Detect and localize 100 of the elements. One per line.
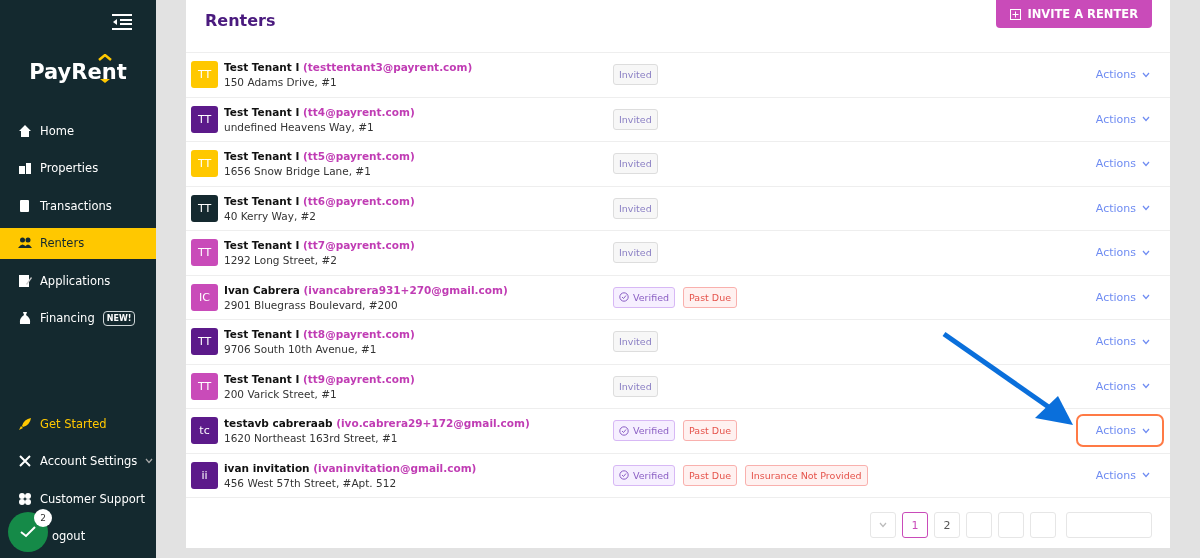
alert-tag: Past Due — [683, 286, 737, 308]
renter-address: 2901 Bluegrass Boulevard, #200 — [224, 298, 399, 311]
alert-tag: Insurance Not Provided — [745, 464, 868, 486]
avatar: tc — [191, 417, 218, 445]
renter-name: Test Tenant I (tt6@payrent.com) — [224, 194, 416, 207]
chevron-down-icon — [1142, 116, 1150, 123]
previous-page-button[interactable] — [870, 512, 896, 538]
actions-dropdown[interactable]: Actions — [1075, 280, 1164, 314]
renter-name: testavb cabreraab (ivo.cabrera29+172@gmail.com) — [224, 417, 531, 430]
actions-dropdown[interactable]: Actions — [1075, 102, 1164, 136]
email-link[interactable]: (tt4@payrent.com) — [303, 105, 415, 118]
renter-name: Ivan Cabrera (ivancabrera931+270@gmail.com) — [224, 283, 509, 296]
nav-item[interactable]: Properties — [0, 152, 156, 184]
avatar: TT — [191, 239, 218, 267]
nav-item[interactable]: Transactions — [0, 190, 156, 221]
chevron-down-icon — [1142, 338, 1150, 345]
nav-item[interactable]: Home — [0, 115, 156, 146]
nav-item[interactable]: Applications — [0, 265, 156, 296]
nav-item[interactable]: Renters — [0, 227, 156, 259]
invite-renter-button[interactable]: INVITE A RENTER — [996, 0, 1152, 28]
nav-item[interactable]: Get Started — [0, 408, 156, 439]
chevron-left-icon — [879, 522, 887, 528]
actions-dropdown[interactable]: Actions — [1075, 58, 1164, 92]
renter-address: 150 Adams Drive, #1 — [224, 76, 338, 89]
nav-item[interactable]: Financing NEW! — [0, 302, 156, 334]
chevron-down-icon — [1142, 383, 1150, 390]
verified-tag: Verified — [613, 286, 675, 308]
chevron-down-icon — [1142, 160, 1150, 167]
renter-address: 456 West 57th Street, #Apt. 512 — [224, 476, 398, 489]
plus-square-icon — [1010, 8, 1022, 20]
email-link[interactable]: (tt6@payrent.com) — [303, 194, 415, 207]
check-icon — [20, 526, 36, 538]
invited-tag: Invited — [613, 242, 658, 264]
people-icon — [18, 236, 32, 250]
avatar: TT — [191, 150, 218, 178]
email-link[interactable]: (tt7@payrent.com) — [303, 239, 415, 252]
verified-tag: Verified — [613, 420, 675, 442]
renter-address: 200 Varick Street, #1 — [224, 387, 338, 400]
email-link[interactable]: (testtentant3@payrent.com) — [303, 61, 473, 74]
page-button[interactable] — [1030, 512, 1056, 538]
avatar: IC — [191, 283, 218, 311]
avatar: TT — [191, 105, 218, 133]
verified-tag: Verified — [613, 464, 675, 486]
chevron-down-icon — [1142, 294, 1150, 301]
actions-dropdown[interactable]: Actions — [1075, 236, 1164, 270]
avatar: TT — [191, 328, 218, 356]
renter-address: 1620 Northeast 163rd Street, #1 — [224, 432, 399, 445]
buildings-icon — [18, 161, 32, 175]
renter-name: Test Tenant I (testtentant3@payrent.com) — [224, 61, 474, 74]
home-icon — [18, 123, 32, 138]
invited-tag: Invited — [613, 108, 658, 130]
email-link[interactable]: (ivo.cabrera29+172@gmail.com) — [336, 417, 530, 430]
email-link[interactable]: (tt8@payrent.com) — [303, 328, 415, 341]
invited-tag: Invited — [613, 331, 658, 353]
nav-item[interactable]: Account Settings — [0, 445, 156, 477]
email-link[interactable]: (tt9@payrent.com) — [303, 372, 415, 385]
page-title: Renters — [205, 11, 276, 30]
chevron-right-icon — [145, 458, 154, 464]
actions-dropdown[interactable]: Actions — [1075, 369, 1164, 403]
actions-dropdown[interactable]: Actions — [1075, 191, 1164, 225]
renter-address: 9706 South 10th Avenue, #1 — [224, 343, 378, 356]
invited-tag: Invited — [613, 153, 658, 175]
renter-address: 1656 Snow Bridge Lane, #1 — [224, 165, 372, 178]
new-badge: NEW! — [102, 310, 136, 326]
alert-tag: Past Due — [683, 420, 737, 442]
money-bag-icon — [18, 311, 32, 325]
avatar: ii — [191, 461, 218, 489]
renter-name: ivan invitation (ivaninvitation@gmail.com) — [224, 461, 478, 474]
renter-address: undefined Heavens Way, #1 — [224, 120, 375, 133]
renter-address: 40 Kerry Way, #2 — [224, 209, 318, 222]
page-size-select[interactable] — [1066, 512, 1152, 538]
email-link[interactable]: (tt5@payrent.com) — [303, 150, 415, 163]
wrench-icon — [18, 454, 32, 468]
alert-tag: Past Due — [683, 464, 737, 486]
renter-name: Test Tenant I (tt7@payrent.com) — [224, 239, 416, 252]
actions-dropdown[interactable]: Actions — [1075, 458, 1164, 492]
document-icon — [18, 198, 32, 213]
chevron-down-icon — [1142, 472, 1150, 479]
avatar: TT — [191, 194, 218, 222]
chevron-down-icon — [1142, 249, 1150, 256]
page-button[interactable]: 1 — [902, 512, 928, 538]
actions-dropdown[interactable]: Actions — [1075, 147, 1164, 181]
check-circle-icon — [619, 292, 629, 303]
page-button[interactable] — [998, 512, 1024, 538]
renter-name: Test Tenant I (tt8@payrent.com) — [224, 328, 416, 341]
email-link[interactable]: (ivaninvitation@gmail.com) — [313, 461, 477, 474]
page-button[interactable] — [966, 512, 992, 538]
email-link[interactable]: (ivancabrera931+270@gmail.com) — [303, 283, 508, 296]
invited-tag: Invited — [613, 375, 658, 397]
invited-tag: Invited — [613, 197, 658, 219]
check-circle-icon — [619, 470, 629, 481]
actions-dropdown[interactable]: Actions — [1075, 414, 1164, 448]
chevron-down-icon — [1142, 427, 1150, 434]
renter-address: 1292 Long Street, #2 — [224, 254, 338, 267]
actions-dropdown[interactable]: Actions — [1075, 325, 1164, 359]
chevron-down-icon — [1142, 71, 1150, 78]
invited-tag: Invited — [613, 64, 658, 86]
page-button[interactable]: 2 — [934, 512, 960, 538]
menu-collapse-button[interactable] — [112, 14, 132, 32]
check-circle-icon — [619, 425, 629, 436]
